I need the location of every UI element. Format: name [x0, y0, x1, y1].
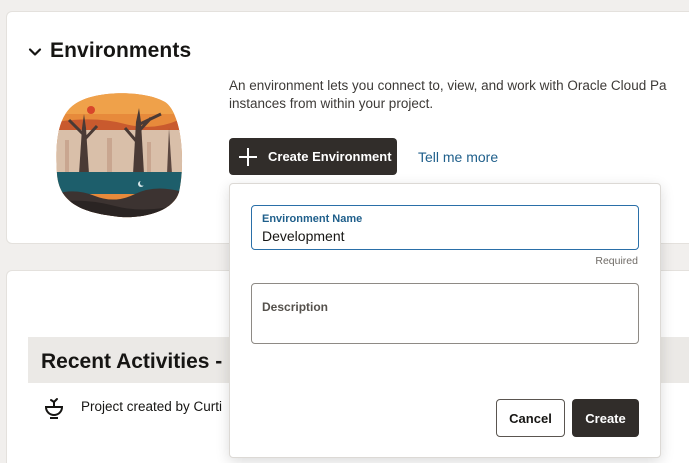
environment-illustration — [56, 93, 183, 218]
required-hint: Required — [595, 255, 638, 267]
environment-name-value[interactable]: Development — [262, 228, 345, 244]
environment-name-label: Environment Name — [262, 213, 363, 225]
description-field[interactable]: Description — [251, 283, 639, 344]
recent-activities-title: Recent Activities - — [41, 350, 223, 373]
description-label: Description — [262, 300, 329, 314]
tell-me-more-link[interactable]: Tell me more — [418, 149, 498, 165]
create-environment-button[interactable]: Create Environment — [229, 138, 397, 175]
chevron-down-icon[interactable] — [27, 44, 43, 60]
create-environment-label: Create Environment — [268, 149, 392, 164]
plus-icon — [239, 147, 257, 166]
activity-item: Project created by Curti — [81, 399, 223, 414]
project-created-icon — [44, 398, 64, 419]
environments-description: An environment lets you connect to, view… — [229, 78, 667, 111]
environments-title: Environments — [50, 39, 192, 62]
create-button[interactable]: Create — [572, 399, 639, 437]
environment-name-field[interactable]: Environment Name Development — [251, 205, 639, 250]
create-environment-popup: Environment Name Development Required De… — [229, 183, 661, 458]
cancel-button[interactable]: Cancel — [496, 399, 565, 437]
